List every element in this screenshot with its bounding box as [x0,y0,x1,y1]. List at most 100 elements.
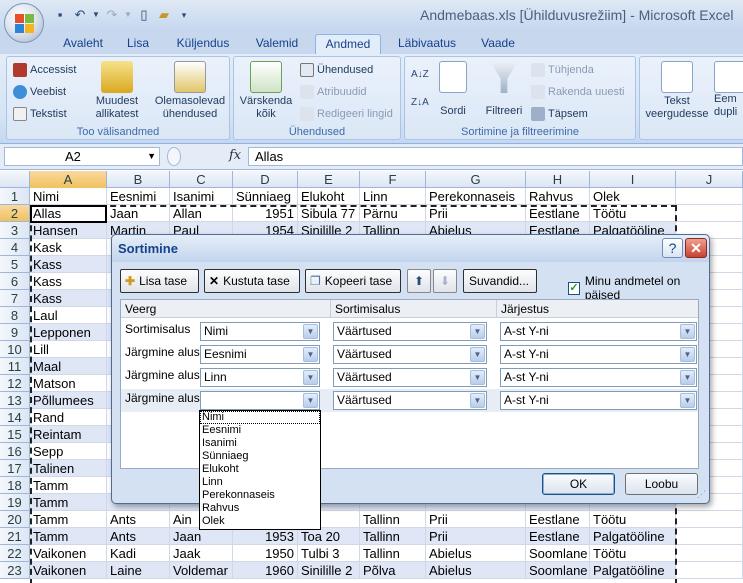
cell[interactable]: Ants [107,528,170,545]
clear-filter-button[interactable]: Tühjenda [531,63,594,77]
cell[interactable]: 1953 [233,528,298,545]
sort-za-icon[interactable]: Z↓A [411,97,429,108]
row-header-15[interactable]: 15 [0,426,30,443]
cell[interactable]: Kass [30,273,107,290]
tab-kuljendus[interactable]: Küljendus [170,34,236,54]
tab-lisa[interactable]: Lisa [120,34,156,54]
sort-level-row[interactable]: Järgmine alus Linn ▼ Väärtused ▼ A-st Y-ni ▼ [121,366,698,389]
save-icon[interactable]: ▪ [52,7,68,23]
sort-on-select[interactable]: Väärtused ▼ [333,345,487,364]
cell[interactable] [676,562,743,579]
cell[interactable]: Abielus [426,562,526,579]
other-sources-button[interactable]: Muudest allikatest [85,61,149,121]
move-down-button[interactable]: ⬇ [433,269,457,293]
customize-icon[interactable]: ▾ [176,7,192,23]
cell[interactable]: Eestlane [526,205,590,222]
has-headers-option[interactable]: ✓ Minu andmetel on päised [568,274,705,302]
sort-on-select[interactable]: Väärtused ▼ [333,391,487,410]
cell[interactable]: Palgatööline [590,562,676,579]
cell[interactable]: Põllumees [30,392,107,409]
options-button[interactable]: Suvandid... [463,269,537,293]
sort-az-icon[interactable]: A↓Z [411,69,429,80]
cell[interactable]: Prii [426,205,526,222]
delete-level-button[interactable]: ✕ Kustuta tase [204,269,300,293]
cell[interactable]: Jaan [170,528,233,545]
cell[interactable]: Sibula 77 [298,205,360,222]
cell[interactable]: Pärnu [360,205,426,222]
open-icon[interactable]: ▰ [156,7,172,23]
move-up-button[interactable]: ⬆ [407,269,431,293]
cell[interactable]: Sepp [30,443,107,460]
from-text-button[interactable]: Tekstist [13,107,67,121]
row-header-16[interactable]: 16 [0,443,30,460]
cell[interactable]: Reintam [30,426,107,443]
cell[interactable]: Maal [30,358,107,375]
select-all-corner[interactable] [0,171,30,188]
cell[interactable]: Prii [426,511,526,528]
row-header-19[interactable]: 19 [0,494,30,511]
row-header-6[interactable]: 6 [0,273,30,290]
cell[interactable]: Allas [30,205,107,222]
cell[interactable]: Toa 20 [298,528,360,545]
refresh-all-button[interactable]: Värskenda kõik [236,61,296,121]
row-header-13[interactable]: 13 [0,392,30,409]
properties-button[interactable]: Atribuudid [300,85,367,99]
dropdown-option[interactable]: Sünniaeg [200,450,320,463]
row-header-23[interactable]: 23 [0,562,30,579]
chevron-down-icon[interactable]: ▼ [470,393,485,408]
sort-button[interactable]: Sordi [435,61,471,118]
ok-button[interactable]: OK [542,473,615,495]
chevron-down-icon[interactable]: ▼ [303,370,318,385]
column-header-h[interactable]: H [526,171,590,188]
cell[interactable]: Talinen [30,460,107,477]
dropdown-option[interactable]: Rahvus [200,502,320,515]
cell[interactable]: Nimi [30,188,107,205]
name-box[interactable]: A2 ▼ [4,147,160,166]
copy-level-button[interactable]: ❐ Kopeeri tase [305,269,401,293]
cell[interactable]: Vaikonen [30,562,107,579]
row-header-7[interactable]: 7 [0,290,30,307]
cell[interactable]: Eesnimi [107,188,170,205]
cell[interactable] [676,205,743,222]
chevron-down-icon[interactable]: ▼ [470,324,485,339]
cell[interactable]: Vaikonen [30,545,107,562]
row-header-8[interactable]: 8 [0,307,30,324]
help-button[interactable]: ? [662,238,683,258]
cell[interactable]: Soomlane [526,562,590,579]
tab-labivaatus[interactable]: Läbivaatus [391,34,463,54]
cell[interactable] [676,545,743,562]
row-header-14[interactable]: 14 [0,409,30,426]
order-select[interactable]: A-st Y-ni ▼ [500,391,697,410]
dropdown-option[interactable]: Olek [200,515,320,528]
cell[interactable]: Töötu [590,511,676,528]
chevron-down-icon[interactable]: ▼ [147,148,156,165]
column-header-a[interactable]: A [30,171,107,188]
dropdown-option[interactable]: Eesnimi [200,424,320,437]
advanced-filter-button[interactable]: Täpsem [531,107,588,121]
cell[interactable]: Ants [107,511,170,528]
cell[interactable]: Tamm [30,528,107,545]
chevron-down-icon[interactable]: ▼ [303,347,318,362]
column-header-c[interactable]: C [170,171,233,188]
row-header-10[interactable]: 10 [0,341,30,358]
column-header-f[interactable]: F [360,171,426,188]
reapply-button[interactable]: Rakenda uuesti [531,85,624,99]
cell[interactable]: Soomlane [526,545,590,562]
chevron-down-icon[interactable]: ▼ [303,393,318,408]
dropdown-option[interactable]: Elukoht [200,463,320,476]
cell[interactable]: Prii [426,528,526,545]
cell[interactable]: Tamm [30,511,107,528]
insert-function-icon[interactable]: fx [229,148,241,163]
tab-vaade[interactable]: Vaade [472,34,524,54]
cell[interactable] [676,528,743,545]
cell[interactable]: Rahvus [526,188,590,205]
row-header-18[interactable]: 18 [0,477,30,494]
cell[interactable]: Töötu [590,545,676,562]
row-header-2[interactable]: 2 [0,205,30,222]
dropdown-option[interactable]: Nimi [200,411,320,424]
cell[interactable]: 1960 [233,562,298,579]
cancel-formula-icon[interactable] [167,147,181,166]
row-header-11[interactable]: 11 [0,358,30,375]
cell[interactable]: Tulbi 3 [298,545,360,562]
cell[interactable]: Jaak [170,545,233,562]
